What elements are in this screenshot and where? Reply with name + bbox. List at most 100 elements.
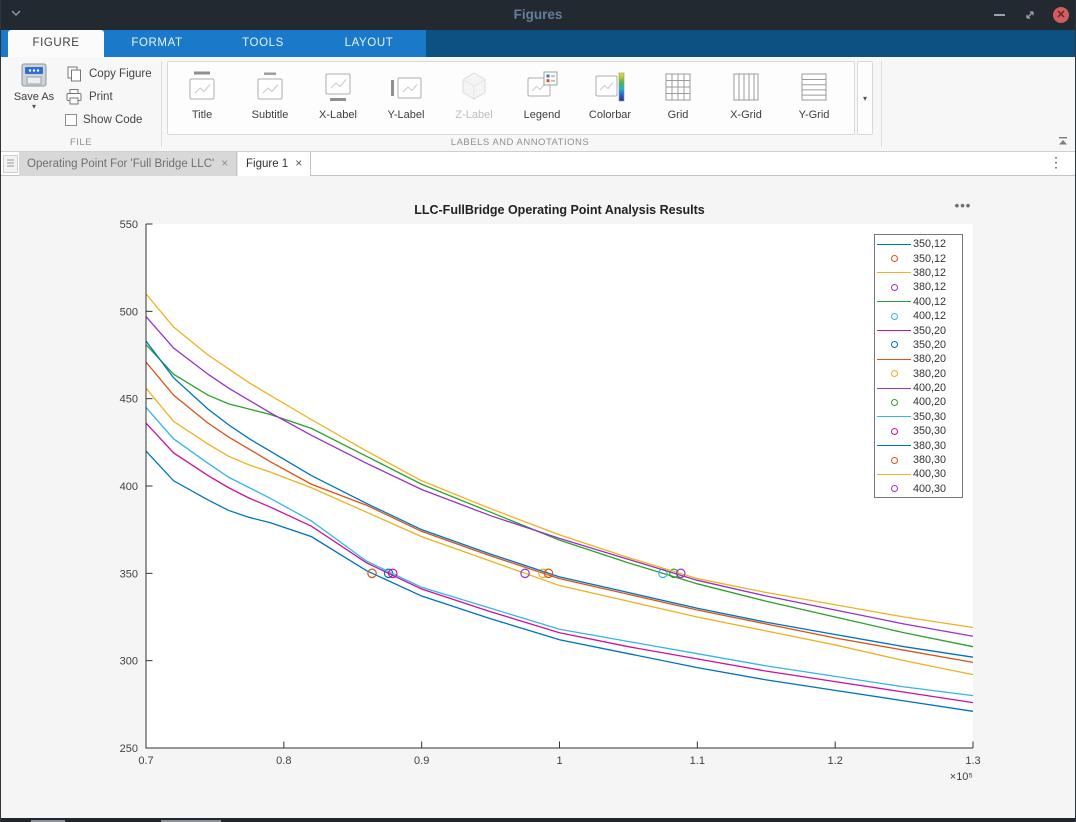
axes-toolbar-menu[interactable]: ••• (947, 198, 979, 213)
figures-window: Figures ✕ FIGURE FORMAT TOOLS LAYOUT ↶ ↷… (0, 0, 1076, 822)
axes-background (146, 224, 973, 748)
save-icon (20, 63, 48, 89)
ribbon-tab-layout[interactable]: LAYOUT (316, 30, 422, 57)
copy-figure-button[interactable]: Copy Figure (65, 65, 152, 83)
figure-canvas: 2503003504004505005500.70.80.911.11.21.3… (1, 176, 1076, 818)
legend-entry: 350,30 (875, 410, 962, 424)
y-tick-label: 500 (120, 306, 138, 318)
y-tick-label: 350 (120, 568, 138, 580)
toolbar-item-colorbar[interactable]: Colorbar (576, 62, 644, 134)
legend-line-swatch (877, 301, 911, 302)
ribbon-tab-format[interactable]: FORMAT (104, 30, 210, 57)
x-tick-label: 1.1 (690, 755, 705, 767)
legend-entry: 350,20 (875, 323, 962, 337)
toolbar-item-title[interactable]: Title (168, 62, 236, 134)
show-code-label: Show Code (83, 114, 142, 126)
toolbar-item-legend[interactable]: Legend (508, 62, 576, 134)
close-button[interactable]: ✕ (1053, 7, 1069, 23)
show-code-checkbox[interactable] (65, 114, 77, 126)
tabbar-overflow-menu-icon[interactable]: ⋮ (1049, 154, 1063, 171)
legend-label: 350,20 (913, 325, 946, 337)
copy-icon (65, 65, 83, 83)
doc-tab-figure-1[interactable]: Figure 1× (237, 152, 311, 176)
legend-marker-swatch (891, 399, 898, 406)
z-label-icon (457, 70, 491, 106)
grid-icon (661, 70, 695, 106)
tabbar-handle-icon[interactable] (3, 155, 18, 173)
legend-marker-swatch (891, 313, 898, 320)
legend-label: 400,20 (913, 396, 946, 408)
save-as-button[interactable]: Save As ▾ (9, 63, 59, 111)
legend-line-swatch (877, 416, 911, 417)
y-grid-icon (797, 70, 831, 106)
plot-legend[interactable]: 350,12350,12380,12380,12400,12400,12350,… (874, 234, 963, 498)
print-icon (65, 88, 83, 106)
legend-entry: 350,30 (875, 424, 962, 438)
legend-label: 350,20 (913, 339, 946, 351)
window-title: Figures (1, 0, 1075, 30)
legend-entry: 350,12 (875, 237, 962, 251)
legend-label: 380,12 (913, 281, 946, 293)
legend-line-swatch (877, 244, 911, 245)
doc-tab-operating-point[interactable]: Operating Point For 'Full Bridge LLC'× (19, 152, 237, 176)
toolbar-item-y-label[interactable]: Y-Label (372, 62, 440, 134)
x-tick-label: 1.2 (828, 755, 843, 767)
legend-label: 380,20 (913, 368, 946, 380)
y-tick-label: 550 (120, 219, 138, 231)
toolbar-item-subtitle[interactable]: Subtitle (236, 62, 304, 134)
tab-close-icon[interactable]: × (221, 156, 228, 170)
labels-panel-dropdown-icon[interactable]: ▾ (857, 61, 873, 135)
y-tick-label: 400 (120, 481, 138, 493)
y-tick-label: 450 (120, 394, 138, 406)
print-label: Print (89, 91, 113, 103)
labels-section-caption: LABELS AND ANNOTATIONS (167, 137, 873, 148)
toolbar-item-y-grid[interactable]: Y-Grid (780, 62, 848, 134)
labels-annotations-panel: Title Subtitle X-Label (167, 61, 855, 135)
legend-entry: 380,12 (875, 280, 962, 294)
legend-label: 400,20 (913, 382, 946, 394)
ribbon-tab-figure[interactable]: FIGURE (8, 30, 104, 57)
legend-entry: 380,20 (875, 352, 962, 366)
legend-marker-swatch (891, 370, 898, 377)
copy-figure-label: Copy Figure (89, 68, 152, 80)
collapse-ribbon-icon[interactable] (1057, 136, 1069, 146)
legend-entry: 350,20 (875, 338, 962, 352)
restore-button[interactable] (1024, 9, 1036, 21)
legend-entry: 400,12 (875, 309, 962, 323)
print-button[interactable]: Print (65, 88, 113, 106)
toolbar-item-x-grid[interactable]: X-Grid (712, 62, 780, 134)
x-tick-label: 0.9 (414, 755, 429, 767)
title-icon (185, 70, 219, 106)
file-section-caption: FILE (1, 137, 161, 148)
legend-entry: 400,20 (875, 381, 962, 395)
legend-label: 380,12 (913, 267, 946, 279)
ribbon-divider-2 (881, 61, 882, 147)
ribbon-tabstrip: FIGURE FORMAT TOOLS LAYOUT (1, 30, 426, 57)
show-code-toggle[interactable]: Show Code (65, 111, 142, 129)
toolbar-item-x-label[interactable]: X-Label (304, 62, 372, 134)
legend-icon (525, 70, 559, 106)
legend-label: 350,12 (913, 238, 946, 250)
tab-close-icon[interactable]: × (295, 156, 302, 170)
legend-entry: 400,20 (875, 395, 962, 409)
ribbon-tab-tools[interactable]: TOOLS (210, 30, 316, 57)
legend-entry: 400,30 (875, 467, 962, 481)
legend-entry: 380,12 (875, 266, 962, 280)
y-tick-label: 300 (120, 656, 138, 668)
legend-entry: 380,30 (875, 438, 962, 452)
legend-entry: 350,12 (875, 251, 962, 265)
legend-line-swatch (877, 388, 911, 389)
colorbar-icon (593, 70, 627, 106)
legend-marker-swatch (891, 255, 898, 262)
minimize-button[interactable] (994, 14, 1005, 16)
legend-entry: 400,30 (875, 482, 962, 496)
x-label-icon (321, 70, 355, 106)
toolbar-item-grid[interactable]: Grid (644, 62, 712, 134)
ribbon-tab-bar: FIGURE FORMAT TOOLS LAYOUT ↶ ↷ ▾ (1, 30, 1075, 57)
legend-line-swatch (877, 330, 911, 331)
plot-title: LLC-FullBridge Operating Point Analysis … (146, 203, 973, 217)
legend-marker-swatch (891, 428, 898, 435)
legend-label: 350,30 (913, 411, 946, 423)
save-as-caret-icon[interactable]: ▾ (9, 103, 59, 111)
legend-label: 400,30 (913, 483, 946, 495)
